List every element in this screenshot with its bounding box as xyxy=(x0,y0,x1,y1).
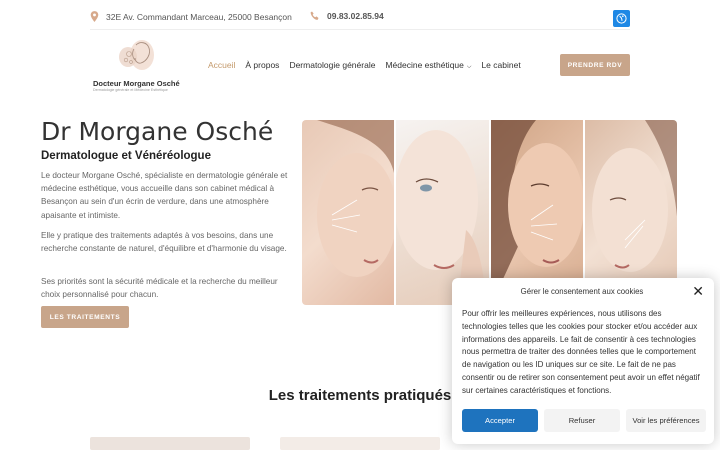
chevron-down-icon: ⌵ xyxy=(466,64,472,70)
intro-paragraph-3: Ses priorités sont la sécurité médicale … xyxy=(41,277,278,300)
treatment-card[interactable] xyxy=(90,437,250,450)
page-subtitle: Dermatologue et Vénéréologue xyxy=(41,150,211,162)
hero-image-panel-1 xyxy=(302,120,395,305)
treatment-card[interactable] xyxy=(280,437,440,450)
cookie-consent-dialog: Gérer le consentement aux cookies ✕ Pour… xyxy=(452,278,714,444)
refuse-button[interactable]: Refuser xyxy=(544,409,620,432)
top-bar: 32E Av. Commandant Marceau, 25000 Besanç… xyxy=(0,0,720,34)
address-text: 32E Av. Commandant Marceau, 25000 Besanç… xyxy=(106,11,292,22)
accessibility-button[interactable] xyxy=(613,10,630,27)
treatments-button[interactable]: LES TRAITEMENTS xyxy=(41,306,129,328)
main-nav: Accueil À propos Dermatologie générale M… xyxy=(208,60,531,71)
intro-paragraph-2: Elle y pratique des traitements adaptés … xyxy=(41,231,287,254)
nav-item-a-propos[interactable]: À propos xyxy=(245,60,279,71)
nav-item-le-cabinet[interactable]: Le cabinet xyxy=(481,60,520,71)
page-title: Dr Morgane Osché xyxy=(41,117,274,146)
logo-tagline: Dermatologie générale et Médecine Esthét… xyxy=(93,88,168,92)
accept-button[interactable]: Accepter xyxy=(462,409,538,432)
consent-text: Pour offrir les meilleures expériences, … xyxy=(462,309,700,395)
phone-number[interactable]: 09.83.02.85.94 xyxy=(327,11,384,21)
accessibility-icon xyxy=(616,13,627,24)
consent-title: Gérer le consentement aux cookies xyxy=(520,287,644,296)
preferences-button[interactable]: Voir les préférences xyxy=(626,409,706,432)
top-divider xyxy=(90,29,630,30)
phone-info[interactable]: 09.83.02.85.94 xyxy=(310,11,384,21)
nav-item-medecine-esthetique[interactable]: Médecine esthétique ⌵ xyxy=(385,60,471,71)
address-info: 32E Av. Commandant Marceau, 25000 Besanç… xyxy=(90,11,292,22)
phone-icon xyxy=(310,11,319,20)
close-icon[interactable]: ✕ xyxy=(692,284,704,298)
map-pin-icon xyxy=(90,11,99,22)
logo-name: Docteur Morgane Osché xyxy=(93,79,180,88)
nav-item-dermatologie[interactable]: Dermatologie générale xyxy=(289,60,375,71)
nav-item-accueil[interactable]: Accueil xyxy=(208,60,235,71)
intro-paragraph-1: Le docteur Morgane Osché, spécialiste en… xyxy=(41,171,288,220)
book-appointment-button[interactable]: PRENDRE RDV xyxy=(560,54,630,76)
nav-item-medecine-label: Médecine esthétique xyxy=(385,60,464,70)
